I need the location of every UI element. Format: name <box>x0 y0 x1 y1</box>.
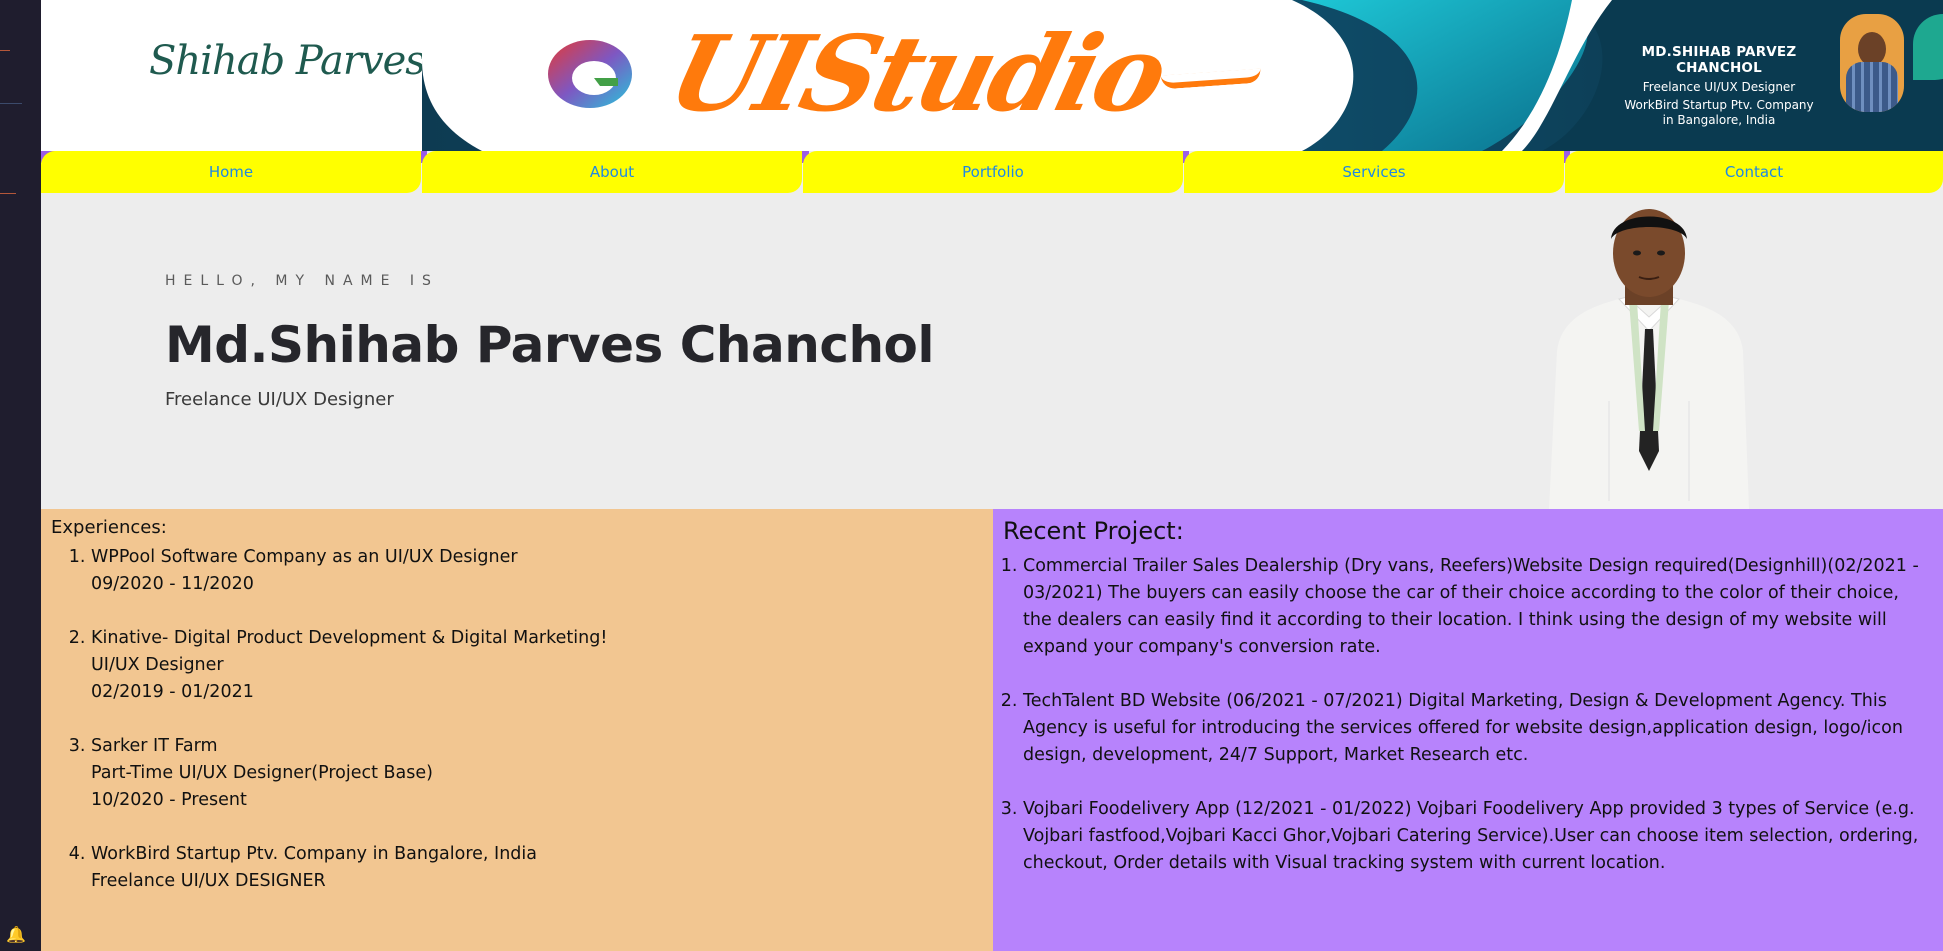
experience-item: Sarker IT Farm Part-Time UI/UX Designer(… <box>91 733 983 814</box>
card-company: WorkBird Startup Ptv. Company <box>1624 98 1814 112</box>
projects-heading: Recent Project: <box>1003 517 1184 545</box>
experience-item: WorkBird Startup Ptv. Company in Bangalo… <box>91 841 983 895</box>
experience-item: Kinative- Digital Product Development & … <box>91 625 983 706</box>
editor-gutter: 🔔 <box>0 0 41 951</box>
experience-item: WPPool Software Company as an UI/UX Desi… <box>91 544 983 598</box>
nav-home[interactable]: Home <box>41 151 421 193</box>
experiences-list: WPPool Software Company as an UI/UX Desi… <box>91 544 983 895</box>
experience-company: Sarker IT Farm <box>91 736 218 756</box>
hero-name: Md.Shihab Parves Chanchol <box>165 316 935 374</box>
experience-role: UI/UX Designer <box>91 655 224 675</box>
card-location: in Bangalore, India <box>1662 113 1776 127</box>
main-nav: Home About Portfolio Services Contact <box>41 151 1943 193</box>
experience-dates: 10/2020 - Present <box>91 790 247 810</box>
ui-studio-wordmark: UIStudio <box>657 12 1177 135</box>
profile-photo <box>1549 209 1749 509</box>
experiences-panel: Experiences: WPPool Software Company as … <box>41 509 993 951</box>
card-title: Freelance UI/UX Designer <box>1642 80 1796 94</box>
experience-dates: 09/2020 - 11/2020 <box>91 574 254 594</box>
experience-role: Part-Time UI/UX Designer(Project Base) <box>91 763 433 783</box>
hero-role: Freelance UI/UX Designer <box>165 389 394 410</box>
experiences-heading: Experiences: <box>51 517 167 538</box>
experience-company: WPPool Software Company as an UI/UX Desi… <box>91 547 518 567</box>
gutter-marker <box>0 50 10 51</box>
experience-dates: 02/2019 - 01/2021 <box>91 682 254 702</box>
experience-company: Kinative- Digital Product Development & … <box>91 628 608 648</box>
projects-list: Commercial Trailer Sales Dealership (Dry… <box>1013 553 1933 877</box>
nav-contact[interactable]: Contact <box>1565 151 1943 193</box>
hero-section: HELLO, MY NAME IS Md.Shihab Parves Chanc… <box>41 193 1943 509</box>
signature-logo: Shihab Parves <box>149 38 426 84</box>
project-item: Vojbari Foodelivery App (12/2021 - 01/20… <box>1023 796 1933 877</box>
experience-role: Freelance UI/UX DESIGNER <box>91 871 326 891</box>
project-item: Commercial Trailer Sales Dealership (Dry… <box>1023 553 1933 661</box>
portfolio-page: Shihab Parves UIStudio MD.SHIHAB PARVEZ … <box>41 0 1943 951</box>
header-banner: Shihab Parves UIStudio MD.SHIHAB PARVEZ … <box>41 0 1943 151</box>
nav-about[interactable]: About <box>422 151 802 193</box>
gutter-marker <box>0 193 16 194</box>
recent-projects-panel: Recent Project: Commercial Trailer Sales… <box>993 509 1943 951</box>
card-name: MD.SHIHAB PARVEZ CHANCHOL <box>1641 44 1797 76</box>
bell-icon[interactable]: 🔔 <box>6 925 26 945</box>
nav-portfolio[interactable]: Portfolio <box>803 151 1183 193</box>
gutter-marker <box>0 103 22 104</box>
banner-id-card: MD.SHIHAB PARVEZ CHANCHOL Freelance UI/U… <box>1599 44 1839 127</box>
ui-studio-logo-icon <box>548 40 632 108</box>
hero-greeting: HELLO, MY NAME IS <box>165 273 439 289</box>
project-item: TechTalent BD Website (06/2021 - 07/2021… <box>1023 688 1933 769</box>
banner-avatar <box>1840 14 1904 112</box>
experience-company: WorkBird Startup Ptv. Company in Bangalo… <box>91 844 537 864</box>
nav-services[interactable]: Services <box>1184 151 1564 193</box>
